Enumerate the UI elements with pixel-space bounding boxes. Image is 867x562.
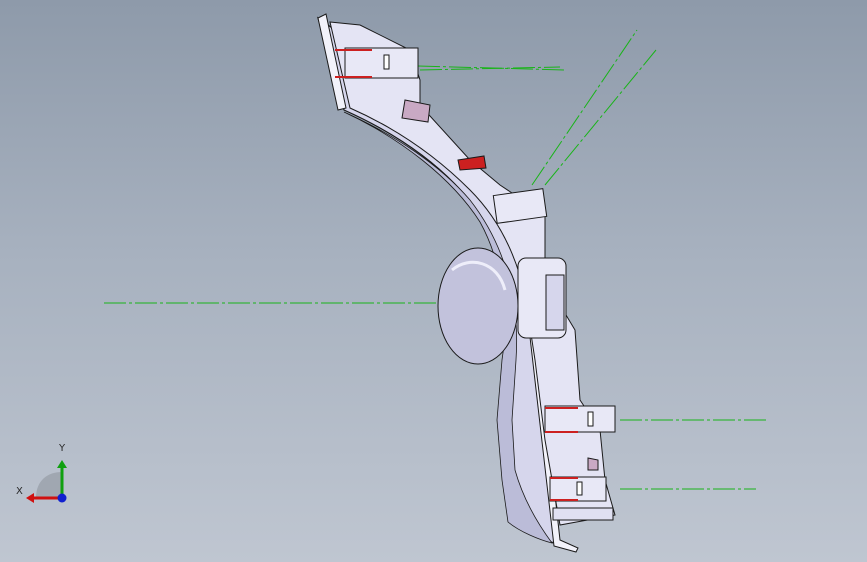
triad-plane-icon [36, 472, 62, 498]
triad-y-label: Y [59, 443, 66, 454]
triad-x-label: X [16, 486, 23, 497]
foot-lower [552, 507, 614, 521]
view-triad: X Y [14, 440, 84, 510]
clip-top[interactable] [344, 47, 419, 79]
clip-top-slot [383, 54, 390, 70]
clip-tab-lower [587, 457, 599, 471]
triad-z-dot-icon [57, 493, 67, 503]
clip-lower-a-slot [587, 411, 594, 427]
model-view[interactable] [0, 0, 867, 562]
clip-tab-upper [401, 99, 431, 123]
clip-lower-b-slot [576, 481, 583, 496]
centerline-top-b [419, 66, 561, 71]
centerline-diagonal-a [531, 29, 638, 186]
centerlines [104, 29, 766, 490]
triad-graphic [26, 460, 67, 503]
boss-side-inner [545, 274, 565, 331]
graphics-viewport[interactable]: X Y [0, 0, 867, 562]
part-dome[interactable] [437, 247, 519, 365]
clip-lower-a[interactable] [544, 405, 616, 433]
